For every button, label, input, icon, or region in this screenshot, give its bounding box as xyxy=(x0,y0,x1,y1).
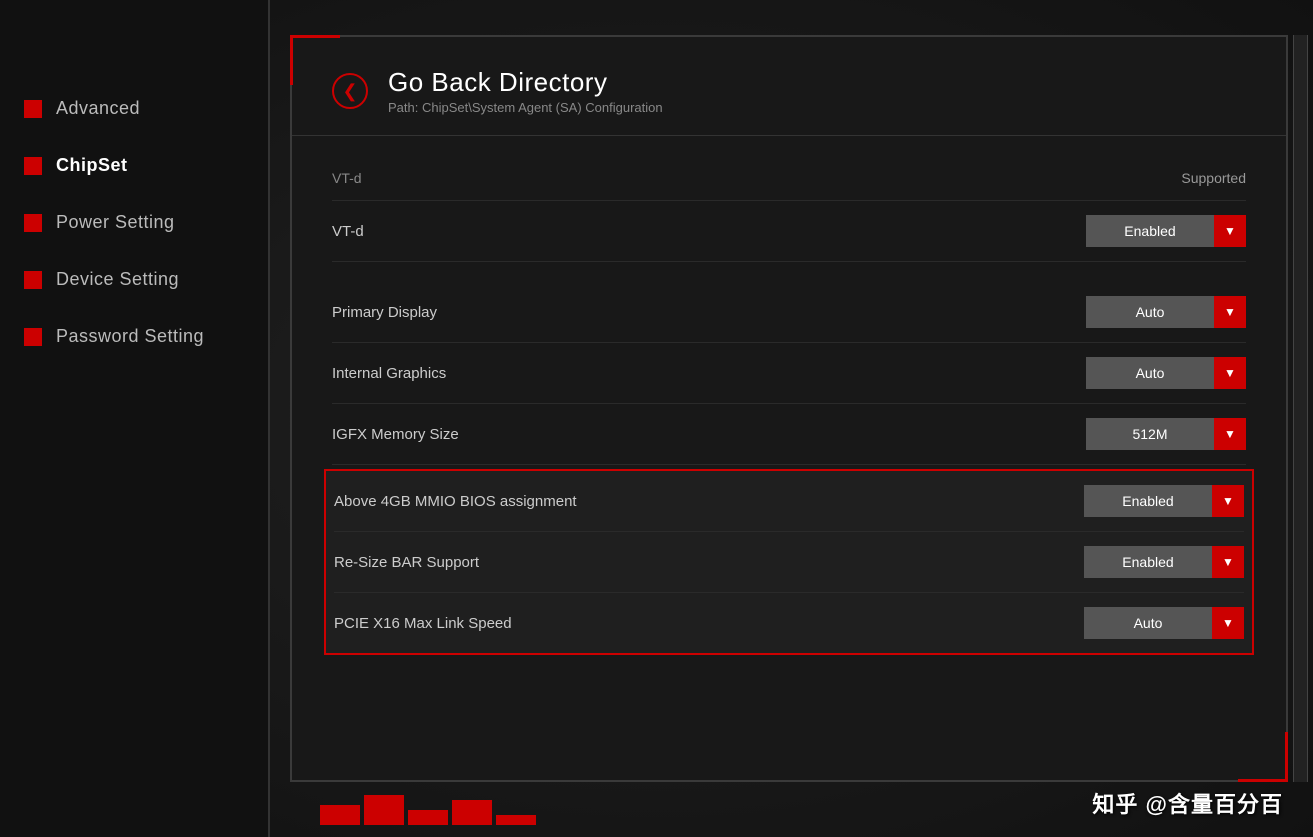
above-4gb-dropdown[interactable]: Enabled ▼ xyxy=(1084,485,1244,517)
above-4gb-arrow: ▼ xyxy=(1212,485,1244,517)
resize-bar-dropdown[interactable]: Enabled ▼ xyxy=(1084,546,1244,578)
pcie-x16-dropdown[interactable]: Auto ▼ xyxy=(1084,607,1244,639)
sidebar-item-chipset[interactable]: ChipSet xyxy=(0,137,268,194)
vtd-status-row: VT-d Supported xyxy=(332,156,1246,201)
sidebar-bullet-chipset xyxy=(24,157,42,175)
resize-bar-row: Re-Size BAR Support Enabled ▼ xyxy=(334,532,1244,593)
header: ❮ Go Back Directory Path: ChipSet\System… xyxy=(292,37,1286,136)
settings-container: VT-d Supported VT-d Enabled ▼ Primary Di… xyxy=(292,156,1286,655)
sidebar-label-device: Device Setting xyxy=(56,269,179,290)
sidebar-label-power: Power Setting xyxy=(56,212,175,233)
vtd-row: VT-d Enabled ▼ xyxy=(332,201,1246,262)
above-4gb-row: Above 4GB MMIO BIOS assignment Enabled ▼ xyxy=(334,471,1244,532)
sidebar-bullet-power xyxy=(24,214,42,232)
sidebar-label-chipset: ChipSet xyxy=(56,155,128,176)
vtd-dropdown-value: Enabled xyxy=(1086,223,1214,239)
above-4gb-value: Enabled xyxy=(1084,493,1212,509)
sidebar-item-advanced[interactable]: Advanced xyxy=(0,80,268,137)
above-4gb-label: Above 4GB MMIO BIOS assignment xyxy=(334,493,577,510)
sidebar-bullet-device xyxy=(24,271,42,289)
main-content: ❮ Go Back Directory Path: ChipSet\System… xyxy=(290,35,1288,782)
vtd-dropdown-arrow: ▼ xyxy=(1214,215,1246,247)
deco-piece-4 xyxy=(452,800,492,825)
sidebar-item-device-setting[interactable]: Device Setting xyxy=(0,251,268,308)
path-text: Path: ChipSet\System Agent (SA) Configur… xyxy=(388,100,663,115)
bottom-decoration xyxy=(320,795,536,825)
corner-decoration-tl xyxy=(290,35,340,85)
primary-display-row: Primary Display Auto ▼ xyxy=(332,282,1246,343)
sidebar-item-power-setting[interactable]: Power Setting xyxy=(0,194,268,251)
internal-graphics-row: Internal Graphics Auto ▼ xyxy=(332,343,1246,404)
igfx-memory-row: IGFX Memory Size 512M ▼ xyxy=(332,404,1246,465)
internal-graphics-dropdown[interactable]: Auto ▼ xyxy=(1086,357,1246,389)
igfx-memory-value: 512M xyxy=(1086,426,1214,442)
igfx-memory-label: IGFX Memory Size xyxy=(332,426,459,443)
deco-piece-5 xyxy=(496,815,536,825)
sidebar-label-advanced: Advanced xyxy=(56,98,140,119)
pcie-x16-arrow: ▼ xyxy=(1212,607,1244,639)
sidebar-bullet-password xyxy=(24,328,42,346)
sidebar-bullet-advanced xyxy=(24,100,42,118)
internal-graphics-value: Auto xyxy=(1086,365,1214,381)
right-decoration xyxy=(1293,35,1308,782)
internal-graphics-arrow: ▼ xyxy=(1214,357,1246,389)
header-text: Go Back Directory Path: ChipSet\System A… xyxy=(388,67,663,115)
sidebar: Advanced ChipSet Power Setting Device Se… xyxy=(0,0,270,837)
vtd-status-label: VT-d xyxy=(332,170,362,186)
page-title: Go Back Directory xyxy=(388,67,663,98)
igfx-memory-arrow: ▼ xyxy=(1214,418,1246,450)
vtd-dropdown[interactable]: Enabled ▼ xyxy=(1086,215,1246,247)
primary-display-arrow: ▼ xyxy=(1214,296,1246,328)
pcie-x16-label: PCIE X16 Max Link Speed xyxy=(334,615,512,632)
content-inner: ❮ Go Back Directory Path: ChipSet\System… xyxy=(290,35,1288,782)
resize-bar-label: Re-Size BAR Support xyxy=(334,554,479,571)
resize-bar-arrow: ▼ xyxy=(1212,546,1244,578)
sidebar-item-password-setting[interactable]: Password Setting xyxy=(0,308,268,365)
deco-piece-2 xyxy=(364,795,404,825)
corner-decoration-br xyxy=(1238,732,1288,782)
internal-graphics-label: Internal Graphics xyxy=(332,365,446,382)
deco-piece-1 xyxy=(320,805,360,825)
vtd-status-value: Supported xyxy=(1126,170,1246,186)
sidebar-label-password: Password Setting xyxy=(56,326,204,347)
igfx-memory-dropdown[interactable]: 512M ▼ xyxy=(1086,418,1246,450)
deco-piece-3 xyxy=(408,810,448,825)
primary-display-label: Primary Display xyxy=(332,304,437,321)
primary-display-value: Auto xyxy=(1086,304,1214,320)
vtd-label: VT-d xyxy=(332,223,364,240)
resize-bar-value: Enabled xyxy=(1084,554,1212,570)
pcie-x16-value: Auto xyxy=(1084,615,1212,631)
pcie-x16-row: PCIE X16 Max Link Speed Auto ▼ xyxy=(334,593,1244,653)
back-icon: ❮ xyxy=(342,81,357,102)
watermark: 知乎 @含量百分百 xyxy=(1092,787,1283,819)
primary-display-dropdown[interactable]: Auto ▼ xyxy=(1086,296,1246,328)
highlighted-group: Above 4GB MMIO BIOS assignment Enabled ▼… xyxy=(324,469,1254,655)
